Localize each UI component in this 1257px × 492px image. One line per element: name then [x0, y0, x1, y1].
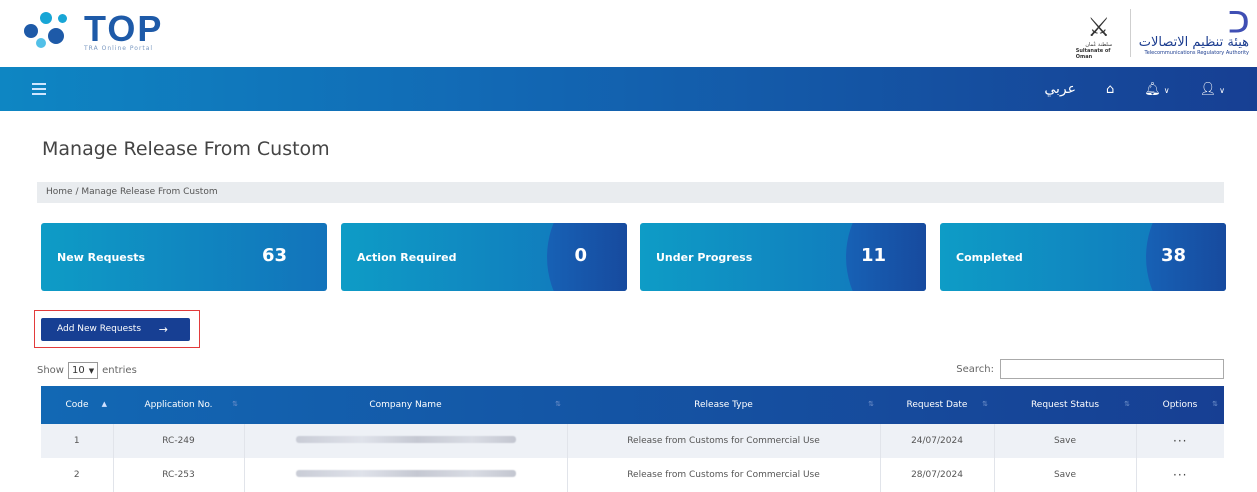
cell-company-name: [244, 458, 568, 492]
government-logos: ⚔ سلطنة عُمان Sultanate of Oman ᑐ هيئة ت…: [1076, 6, 1250, 61]
stat-label: Completed: [956, 251, 1023, 264]
column-header-request-status[interactable]: Request Status ⇅: [994, 386, 1136, 424]
cell-request-date: 28/07/2024: [880, 458, 995, 492]
sort-icon: ⇅: [1124, 400, 1130, 408]
arrow-right-icon: →: [158, 323, 168, 336]
column-header-application-no[interactable]: Application No. ⇅: [113, 386, 244, 424]
stat-label: Action Required: [357, 251, 457, 264]
sort-icon: ⇅: [982, 400, 988, 408]
more-options-icon[interactable]: ···: [1173, 468, 1187, 482]
table-row: 1 RC-249 Release from Customs for Commer…: [41, 424, 1224, 458]
khanjar-emblem-icon: ⚔: [1087, 13, 1111, 43]
card-accent: [1146, 223, 1226, 291]
emblem-caption-en: Sultanate of Oman: [1075, 48, 1111, 60]
sort-icon: ⇅: [1212, 400, 1218, 408]
column-header-request-date[interactable]: Request Date ⇅: [880, 386, 994, 424]
cell-request-date: 24/07/2024: [880, 424, 995, 458]
column-header-company-name[interactable]: Company Name ⇅: [244, 386, 567, 424]
tra-logo: ᑐ هيئة تنظيم الاتصالات Telecommunication…: [1138, 6, 1250, 57]
requests-table: Code ▲ Application No. ⇅ Company Name ⇅ Rel…: [41, 386, 1224, 492]
column-header-options[interactable]: Options ⇅: [1136, 386, 1224, 424]
cell-release-type: Release from Customs for Commercial Use: [567, 458, 881, 492]
entries-value: 10: [71, 365, 85, 376]
table-row: 2 RC-253 Release from Customs for Commer…: [41, 458, 1224, 492]
cell-application-no: RC-253: [113, 458, 245, 492]
tra-swirl-icon: ᑐ: [1228, 6, 1249, 39]
card-accent: [547, 223, 627, 291]
cell-code: 1: [41, 424, 114, 458]
navbar: عربي ⌂ 🔔︎ ∨ 👤︎ ∨: [0, 67, 1257, 111]
redacted-company-name: [295, 436, 516, 443]
sort-icon: ⇅: [868, 400, 874, 408]
cell-options[interactable]: ···: [1136, 458, 1224, 492]
column-header-code[interactable]: Code ▲: [41, 386, 113, 424]
search-label: Search:: [956, 363, 994, 375]
breadcrumb[interactable]: Home / Manage Release From Custom: [37, 182, 1224, 203]
bell-icon: 🔔︎: [1144, 81, 1161, 97]
cell-release-type: Release from Customs for Commercial Use: [567, 424, 881, 458]
brand-subtitle: TRA Online Portal: [84, 44, 154, 52]
cell-application-no: RC-249: [113, 424, 245, 458]
stat-card-under-progress[interactable]: Under Progress 11: [640, 223, 926, 291]
top-header: TOP TRA Online Portal ⚔ سلطنة عُمان Sult…: [0, 0, 1257, 67]
sort-icon: ⇅: [232, 400, 238, 408]
logo-divider: [1129, 9, 1131, 57]
entries-select[interactable]: 10 ▼: [67, 362, 99, 379]
cell-code: 2: [41, 458, 114, 492]
sort-icon: ▲: [101, 400, 107, 408]
chevron-down-icon: ∨: [1219, 85, 1225, 95]
chevron-down-icon: ∨: [1163, 85, 1170, 95]
cell-options[interactable]: ···: [1136, 424, 1224, 458]
top-logo[interactable]: TOP TRA Online Portal: [18, 6, 163, 56]
stat-label: Under Progress: [656, 251, 753, 264]
page-title: Manage Release From Custom: [42, 138, 330, 160]
redacted-company-name: [295, 470, 516, 477]
authority-name-ar: هيئة تنظيم الاتصالات: [1138, 35, 1249, 50]
oman-emblem: ⚔ سلطنة عُمان Sultanate of Oman: [1076, 6, 1122, 60]
cell-company-name: [244, 424, 568, 458]
table-header-row: Code ▲ Application No. ⇅ Company Name ⇅ Rel…: [41, 386, 1224, 424]
column-header-release-type[interactable]: Release Type ⇅: [567, 386, 880, 424]
sort-icon: ⇅: [555, 400, 561, 408]
stat-card-completed[interactable]: Completed 38: [940, 223, 1226, 291]
logo-icon: [18, 6, 78, 56]
show-label: Show: [37, 365, 64, 376]
stat-value: 38: [1160, 245, 1186, 266]
stat-value: 11: [860, 245, 886, 266]
menu-toggle-icon[interactable]: [32, 83, 46, 95]
chevron-down-icon: ▼: [88, 366, 95, 375]
search-control: Search:: [956, 359, 1224, 379]
add-button-label: Add New Requests: [57, 324, 142, 334]
stat-card-action-required[interactable]: Action Required 0: [341, 223, 627, 291]
stat-card-new-requests[interactable]: New Requests 63: [41, 223, 327, 291]
cell-request-status: Save: [994, 458, 1137, 492]
stat-label: New Requests: [57, 251, 146, 264]
authority-name-en: Telecommunications Regulatory Authority: [1144, 50, 1250, 56]
card-accent: [846, 223, 926, 291]
user-icon: 👤︎: [1199, 81, 1217, 97]
language-switch[interactable]: عربي: [1044, 81, 1076, 97]
user-menu[interactable]: 👤︎ ∨: [1200, 82, 1225, 97]
brand-title: TOP: [84, 7, 164, 49]
cell-request-status: Save: [994, 424, 1137, 458]
entries-control: Show 10 ▼ entries: [37, 362, 137, 379]
entries-label: entries: [102, 365, 137, 376]
stat-value: 63: [261, 245, 287, 266]
stat-value: 0: [574, 245, 587, 266]
home-icon[interactable]: ⌂: [1106, 82, 1114, 97]
search-input[interactable]: [1000, 359, 1224, 379]
more-options-icon[interactable]: ···: [1173, 434, 1187, 448]
add-new-requests-button[interactable]: Add New Requests →: [41, 318, 190, 341]
notifications-menu[interactable]: 🔔︎ ∨: [1144, 82, 1169, 97]
